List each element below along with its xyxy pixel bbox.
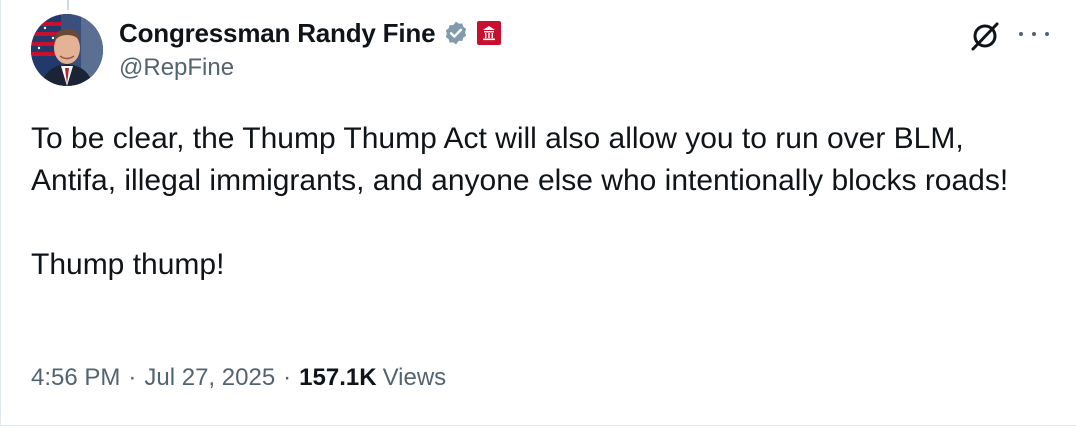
grok-icon[interactable] bbox=[969, 20, 1001, 52]
post-time[interactable]: 4:56 PM bbox=[31, 364, 120, 392]
post-text-paragraph: To be clear, the Thump Thump Act will al… bbox=[31, 122, 1009, 197]
avatar[interactable] bbox=[31, 14, 103, 86]
post-metadata: 4:56 PM · Jul 27, 2025 · 157.1K Views bbox=[31, 364, 446, 392]
views-count[interactable]: 157.1K bbox=[299, 364, 376, 392]
verified-badge-icon[interactable] bbox=[443, 20, 469, 46]
us-government-seal-icon[interactable] bbox=[477, 21, 502, 45]
post-text-paragraph: Thump thump! bbox=[31, 248, 225, 281]
views-label[interactable]: Views bbox=[383, 364, 447, 392]
post-text: To be clear, the Thump Thump Act will al… bbox=[31, 118, 1041, 286]
post-header: Congressman Randy Fine @RepFine bbox=[119, 16, 502, 82]
separator-dot: · bbox=[283, 364, 292, 391]
thread-connector-line bbox=[67, 0, 69, 10]
avatar-image bbox=[31, 14, 103, 86]
more-options-icon[interactable] bbox=[1019, 24, 1049, 44]
user-handle[interactable]: @RepFine bbox=[119, 54, 501, 82]
name-row: Congressman Randy Fine bbox=[119, 16, 502, 50]
display-name[interactable]: Congressman Randy Fine bbox=[119, 18, 436, 49]
tweet-card[interactable]: Congressman Randy Fine @RepFine To be cl… bbox=[0, 0, 1076, 426]
post-date[interactable]: Jul 27, 2025 bbox=[144, 364, 275, 392]
separator-dot: · bbox=[128, 364, 137, 391]
